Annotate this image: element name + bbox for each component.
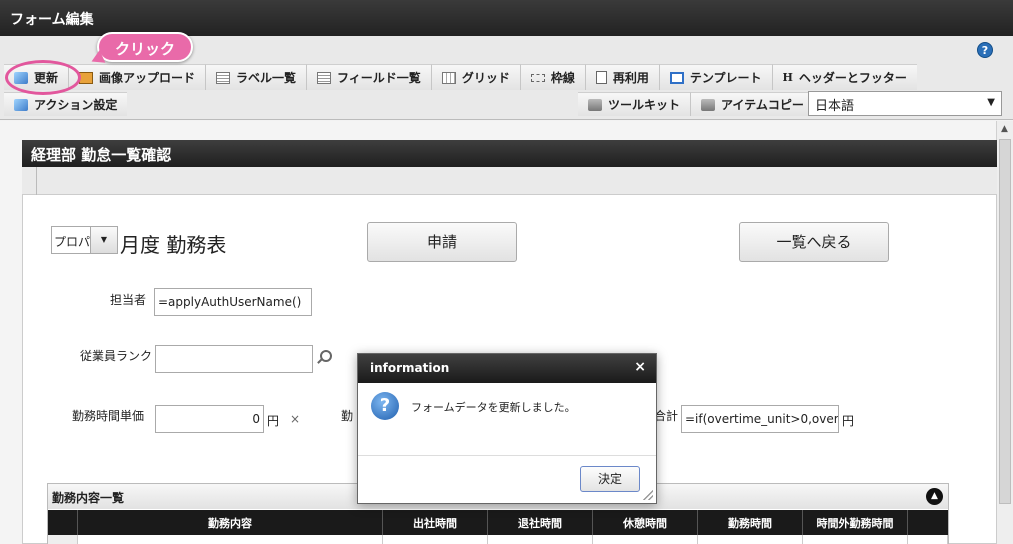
list-icon: [216, 71, 231, 84]
assignee-field[interactable]: =applyAuthUserName(): [154, 288, 312, 316]
tab-image-upload[interactable]: 画像アップロード: [68, 64, 206, 90]
dialog-divider: [358, 455, 656, 456]
table-cell[interactable]: [488, 535, 593, 544]
click-callout: クリック: [97, 32, 193, 62]
toolbox-icon: [701, 98, 716, 111]
resize-grip-icon[interactable]: [643, 490, 653, 500]
table-cell[interactable]: [698, 535, 803, 544]
table-cell[interactable]: [593, 535, 698, 544]
grid-icon: [441, 71, 456, 84]
tab-label: アクション設定: [34, 98, 118, 112]
tab-header-footer[interactable]: H ヘッダーとフッター: [771, 64, 917, 90]
table-cell[interactable]: [78, 535, 383, 544]
total-unit: 円: [842, 414, 855, 428]
action-icon: [14, 98, 28, 111]
partial-label: 勤: [341, 409, 354, 423]
vertical-scrollbar[interactable]: ▲: [996, 121, 1013, 544]
tab-reuse[interactable]: 再利用: [584, 64, 659, 90]
hourly-rate-label: 勤務時間単価: [72, 409, 145, 423]
close-icon[interactable]: ×: [634, 359, 646, 375]
employee-rank-field[interactable]: [155, 345, 313, 373]
column-header: 退社時間: [488, 510, 593, 535]
image-icon: [79, 71, 94, 84]
table-row: [48, 535, 948, 544]
tab-label: フィールド一覧: [337, 71, 421, 85]
question-icon: ?: [371, 392, 399, 420]
month-title: 月度 勤務表: [120, 233, 227, 257]
table-cell[interactable]: [803, 535, 908, 544]
document-icon: [595, 71, 607, 84]
tab-label: ツールキット: [608, 98, 681, 112]
click-highlight-ring: [5, 60, 81, 95]
tab-grid[interactable]: グリッド: [430, 64, 520, 90]
hourly-rate-unit: 円: [267, 414, 280, 428]
toolbar-tab-row-2: アクション設定: [4, 92, 128, 116]
template-icon: [669, 71, 684, 84]
help-icon[interactable]: ?: [977, 42, 993, 58]
table-cell: [908, 535, 948, 544]
tab-action-settings[interactable]: アクション設定: [4, 92, 128, 116]
scrollbar-thumb[interactable]: [999, 139, 1011, 504]
tab-label: ヘッダーとフッター: [798, 71, 907, 85]
collapse-icon[interactable]: ▲: [926, 488, 943, 505]
language-select[interactable]: 日本語 ▼: [808, 91, 1002, 116]
work-list-title-text: 勤務内容一覧: [52, 491, 125, 505]
column-header: 休憩時間: [593, 510, 698, 535]
border-icon: [530, 73, 545, 82]
tab-label: 枠線: [550, 71, 575, 85]
table-cell[interactable]: [383, 535, 488, 544]
header-footer-icon: H: [782, 71, 793, 84]
window-title: フォーム編集: [0, 0, 1013, 36]
tab-label: テンプレート: [689, 71, 762, 85]
row-number-header: [48, 510, 78, 535]
back-to-list-button[interactable]: 一覧へ戻る: [739, 222, 889, 262]
total-formula-field[interactable]: =if(overtime_unit>0,overtime: [681, 405, 839, 433]
toolbar-tab-row-2-right: ツールキット アイテムコピー: [578, 92, 814, 116]
ok-button[interactable]: 決定: [580, 466, 640, 492]
tab-label: 画像アップロード: [99, 71, 196, 85]
multiply-sign: ×: [290, 412, 301, 426]
form-header: 経理部 勤怠一覧確認: [22, 140, 997, 167]
tab-toolkit[interactable]: ツールキット: [578, 92, 691, 116]
dialog-title: information: [370, 361, 450, 375]
column-header: 出社時間: [383, 510, 488, 535]
hourly-rate-field[interactable]: 0: [155, 405, 264, 433]
information-dialog: information × ? フォームデータを更新しました。 決定: [357, 353, 657, 504]
tab-label: 再利用: [612, 71, 649, 85]
scroll-up-icon[interactable]: ▲: [1001, 124, 1008, 134]
language-value: 日本語: [815, 99, 855, 114]
dialog-message: フォームデータを更新しました。: [411, 401, 576, 414]
divider: [36, 167, 37, 195]
tab-item-copy[interactable]: アイテムコピー: [690, 92, 814, 116]
apply-button[interactable]: 申請: [367, 222, 517, 262]
list-icon: [317, 71, 332, 84]
dialog-title-bar[interactable]: information ×: [358, 354, 656, 383]
tab-label: アイテムコピー: [721, 98, 804, 112]
employee-rank-label: 従業員ランク: [80, 349, 153, 363]
year-select-value: プロパ: [54, 235, 91, 249]
chevron-down-icon[interactable]: ▼: [90, 227, 117, 253]
total-label: 合計: [654, 409, 679, 423]
tab-label: グリッド: [461, 71, 510, 85]
search-icon[interactable]: [317, 350, 332, 364]
year-select[interactable]: プロパ ▼: [51, 226, 118, 254]
action-column-header: [908, 510, 948, 535]
column-header: 時間外勤務時間: [803, 510, 908, 535]
form-strip: [22, 167, 997, 195]
toolbar-tab-row: 更新 画像アップロード ラベル一覧 フィールド一覧 グリッド 枠線 再利用 テン…: [4, 64, 917, 90]
chevron-down-icon: ▼: [987, 97, 995, 108]
tab-border[interactable]: 枠線: [519, 64, 585, 90]
tab-field-list[interactable]: フィールド一覧: [306, 64, 431, 90]
tab-template[interactable]: テンプレート: [658, 64, 772, 90]
column-header: 勤務時間: [698, 510, 803, 535]
assignee-label: 担当者: [110, 293, 147, 307]
tab-label-list[interactable]: ラベル一覧: [205, 64, 307, 90]
table-header-row: 勤務内容 出社時間 退社時間 休憩時間 勤務時間 時間外勤務時間: [48, 510, 948, 535]
toolbox-icon: [588, 98, 602, 111]
column-header: 勤務内容: [78, 510, 383, 535]
table-cell: [48, 535, 78, 544]
tab-label: ラベル一覧: [236, 71, 297, 85]
